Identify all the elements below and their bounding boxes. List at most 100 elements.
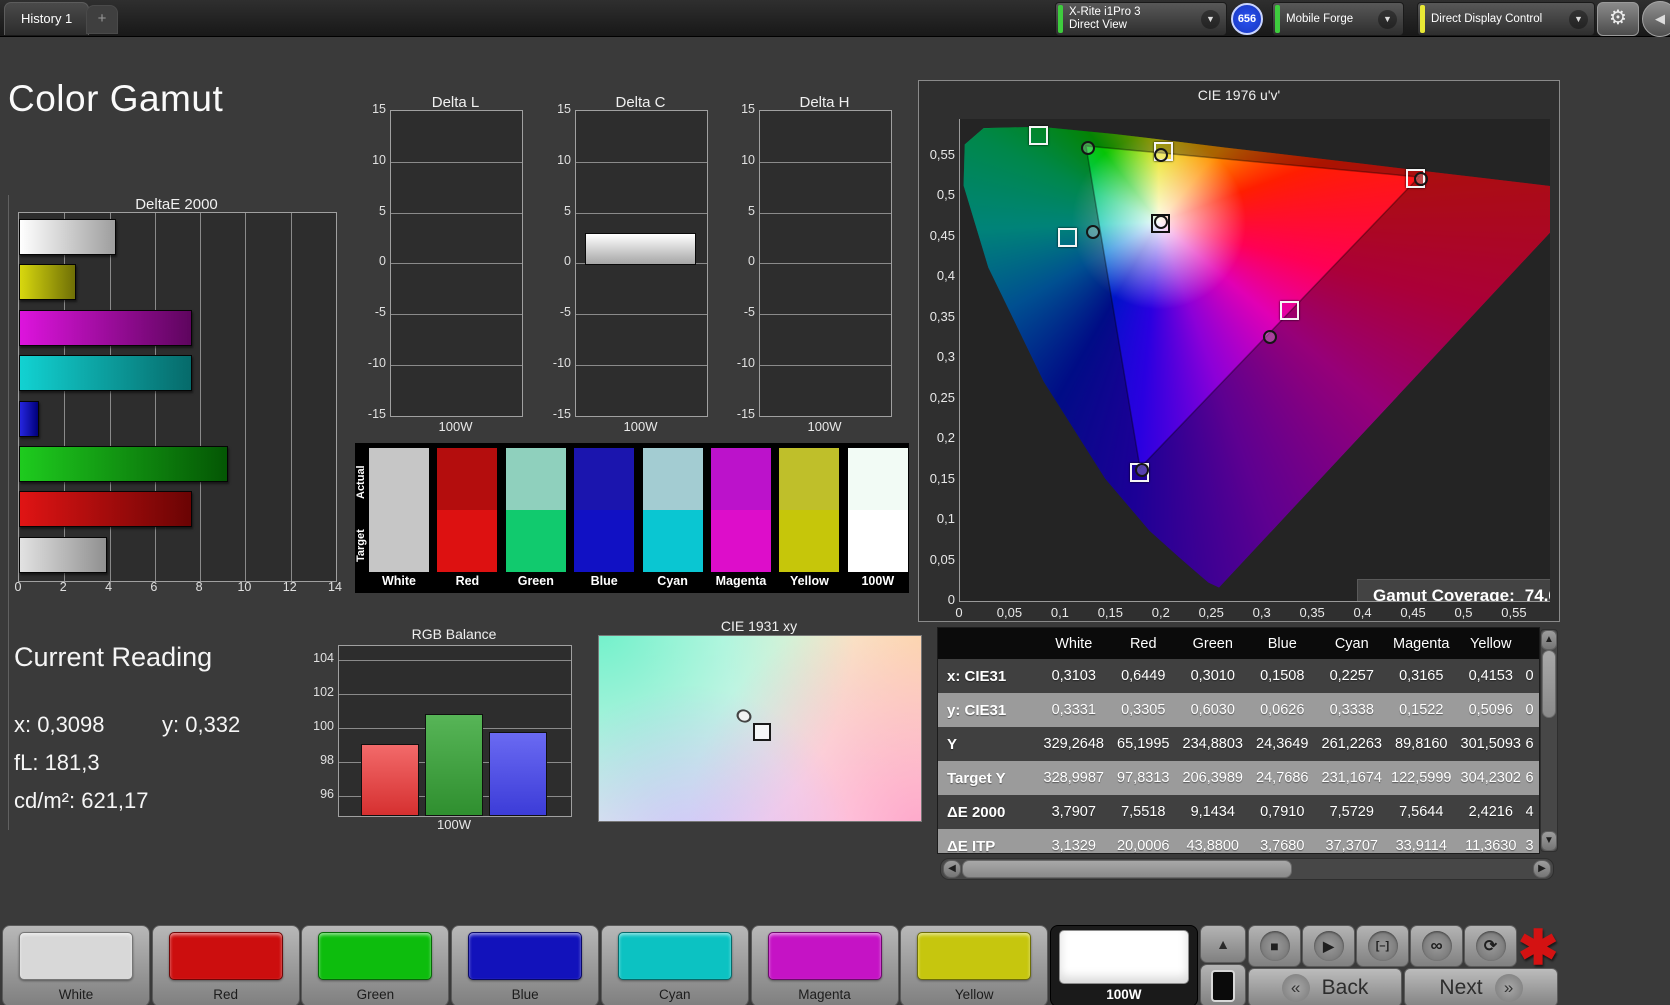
vscroll-thumb[interactable] <box>1542 650 1556 718</box>
table-cell: 329,2648 <box>1043 736 1104 752</box>
gridline <box>391 263 522 265</box>
table-cell: 3,7907 <box>1051 804 1096 820</box>
swatch-label: Blue <box>590 574 618 588</box>
axis-tick-label: 0 <box>564 254 571 269</box>
tab-history-1[interactable]: History 1 <box>4 2 90 35</box>
continuous-button[interactable]: ∞ <box>1410 925 1463 967</box>
table-cell: 33,9114 <box>1395 838 1447 854</box>
table-cell-partial: 0 <box>1525 668 1534 684</box>
scroll-up-icon[interactable]: ▲ <box>1541 630 1557 650</box>
table-row: x: CIE31 0,3103 0,6449 0,3010 0,1508 0,2257 0,… <box>938 659 1539 693</box>
scroll-right-icon[interactable]: ▶ <box>1533 860 1551 878</box>
swatch-column-green: Green <box>505 448 566 591</box>
gridline <box>760 314 891 316</box>
gridline <box>576 314 707 316</box>
axis-tick-label: -15 <box>736 406 755 421</box>
axis-label: 100W <box>807 419 842 434</box>
axis-tick-label: 5 <box>748 203 755 218</box>
axis-tick-label: 10 <box>237 580 252 594</box>
actual-swatch <box>711 448 771 510</box>
patch-button-red[interactable]: Red <box>151 925 300 1005</box>
swatch-label: Red <box>455 574 480 588</box>
table-cell: 11,3630 <box>1465 838 1517 854</box>
stop-button[interactable]: ■ <box>1248 925 1301 967</box>
axis-tick-label: 10 <box>741 152 755 167</box>
patch-label: White <box>58 987 94 1002</box>
play-button[interactable]: ▶ <box>1302 925 1355 967</box>
pattern-up-button[interactable]: ▲ <box>1200 925 1246 963</box>
settings-button[interactable]: ⚙ <box>1597 2 1639 36</box>
axis-tick-label: 0,3 <box>936 349 955 364</box>
repeat-button[interactable]: ⟳ <box>1464 925 1517 967</box>
axis-tick-label: 15 <box>372 102 386 116</box>
table-cell: 0,4153 <box>1468 668 1513 684</box>
axis-tick-label: -5 <box>559 305 571 320</box>
rgb-bar-green <box>425 713 483 816</box>
table-vscrollbar[interactable]: ▲ ▼ <box>1540 629 1558 852</box>
delta-chart-2 <box>759 110 892 417</box>
hscroll-thumb[interactable] <box>962 860 1292 878</box>
patch-button-white[interactable]: White <box>2 925 150 1005</box>
step-duration-button[interactable]: [–] <box>1356 925 1409 967</box>
display-control-name: Direct Display Control <box>1431 12 1543 25</box>
next-button[interactable]: Next » <box>1404 968 1558 1005</box>
row-label: Y <box>947 735 958 753</box>
patch-button-magenta[interactable]: Magenta <box>750 925 899 1005</box>
rgb-xaxis-label: 100W <box>437 817 471 832</box>
source-dropdown[interactable]: Mobile Forge ▼ <box>1272 2 1404 36</box>
axis-tick-label: 0,2 <box>1151 605 1170 620</box>
axis-tick-label: 0,2 <box>936 430 955 445</box>
play-icon: ▶ <box>1313 931 1344 961</box>
measured-marker-blue <box>1134 463 1149 478</box>
meter-dropdown[interactable]: X-Rite i1Pro 3 Direct View ▼ <box>1055 2 1227 36</box>
chevron-down-icon[interactable]: ▼ <box>1378 10 1397 29</box>
panel-divider <box>8 195 9 830</box>
delta-chart-1 <box>575 110 708 417</box>
patch-button-100w[interactable]: 100W <box>1049 925 1198 1005</box>
actual-swatch <box>369 448 429 510</box>
chart-title-delta-h: Delta H <box>799 94 850 111</box>
rgb-balance-title: RGB Balance <box>411 626 497 642</box>
axis-tick-label: 102 <box>313 684 334 699</box>
table-cell: 37,3707 <box>1325 838 1378 854</box>
actual-swatch <box>505 448 566 510</box>
reading-x: x: 0,3098 <box>14 712 105 737</box>
repeat-icon: ⟳ <box>1475 931 1506 961</box>
axis-tick-label: -5 <box>743 305 755 320</box>
pattern-window-button[interactable] <box>1200 964 1246 1005</box>
add-tab-button[interactable]: + <box>86 5 118 34</box>
next-label: Next <box>1439 975 1483 999</box>
gridline <box>290 213 292 581</box>
axis-tick-label: 0,55 <box>1501 605 1527 620</box>
table-cell: 3,7680 <box>1260 838 1305 854</box>
back-button[interactable]: « Back <box>1248 968 1402 1005</box>
swatch-column-cyan: Cyan <box>642 448 703 591</box>
swatch-column-yellow: Yellow <box>779 448 840 591</box>
axis-tick-label: 0,35 <box>929 308 955 324</box>
row-label: ΔE ITP <box>947 837 996 854</box>
patch-swatch <box>767 932 882 980</box>
chevron-down-icon[interactable]: ▼ <box>1201 10 1220 29</box>
patch-button-cyan[interactable]: Cyan <box>600 925 749 1005</box>
chevron-down-icon[interactable]: ▼ <box>1569 10 1588 29</box>
collapse-panel-button[interactable]: ◀ <box>1642 1 1670 37</box>
patch-label: Green <box>356 987 395 1002</box>
table-cell: 2,4216 <box>1468 804 1513 820</box>
patch-button-blue[interactable]: Blue <box>451 925 600 1005</box>
measured-marker-yellow <box>1153 148 1168 163</box>
display-control-dropdown[interactable]: Direct Display Control ▼ <box>1417 2 1595 36</box>
scroll-left-icon[interactable]: ◀ <box>943 860 961 878</box>
patch-button-green[interactable]: Green <box>301 925 450 1005</box>
scroll-down-icon[interactable]: ▼ <box>1541 831 1557 851</box>
target-marker-magenta <box>1279 301 1299 321</box>
axis-tick-label: 15 <box>741 102 755 116</box>
axis-tick-label: 0,25 <box>929 389 955 405</box>
table-row: ΔE ITP 3,1329 20,0006 43,8800 3,7680 37,3707 3… <box>938 829 1539 854</box>
table-cell: 0,3103 <box>1051 668 1096 684</box>
table-cell: 0,1522 <box>1399 702 1444 718</box>
patch-label: Yellow <box>954 987 994 1002</box>
table-hscrollbar[interactable]: ◀ ▶ <box>940 858 1554 880</box>
gridline <box>391 161 522 163</box>
patch-button-yellow[interactable]: Yellow <box>900 925 1049 1005</box>
cie1976-panel: CIE 1976 u'v' Gamut Coverage: 74,6% 0,55… <box>918 80 1560 622</box>
